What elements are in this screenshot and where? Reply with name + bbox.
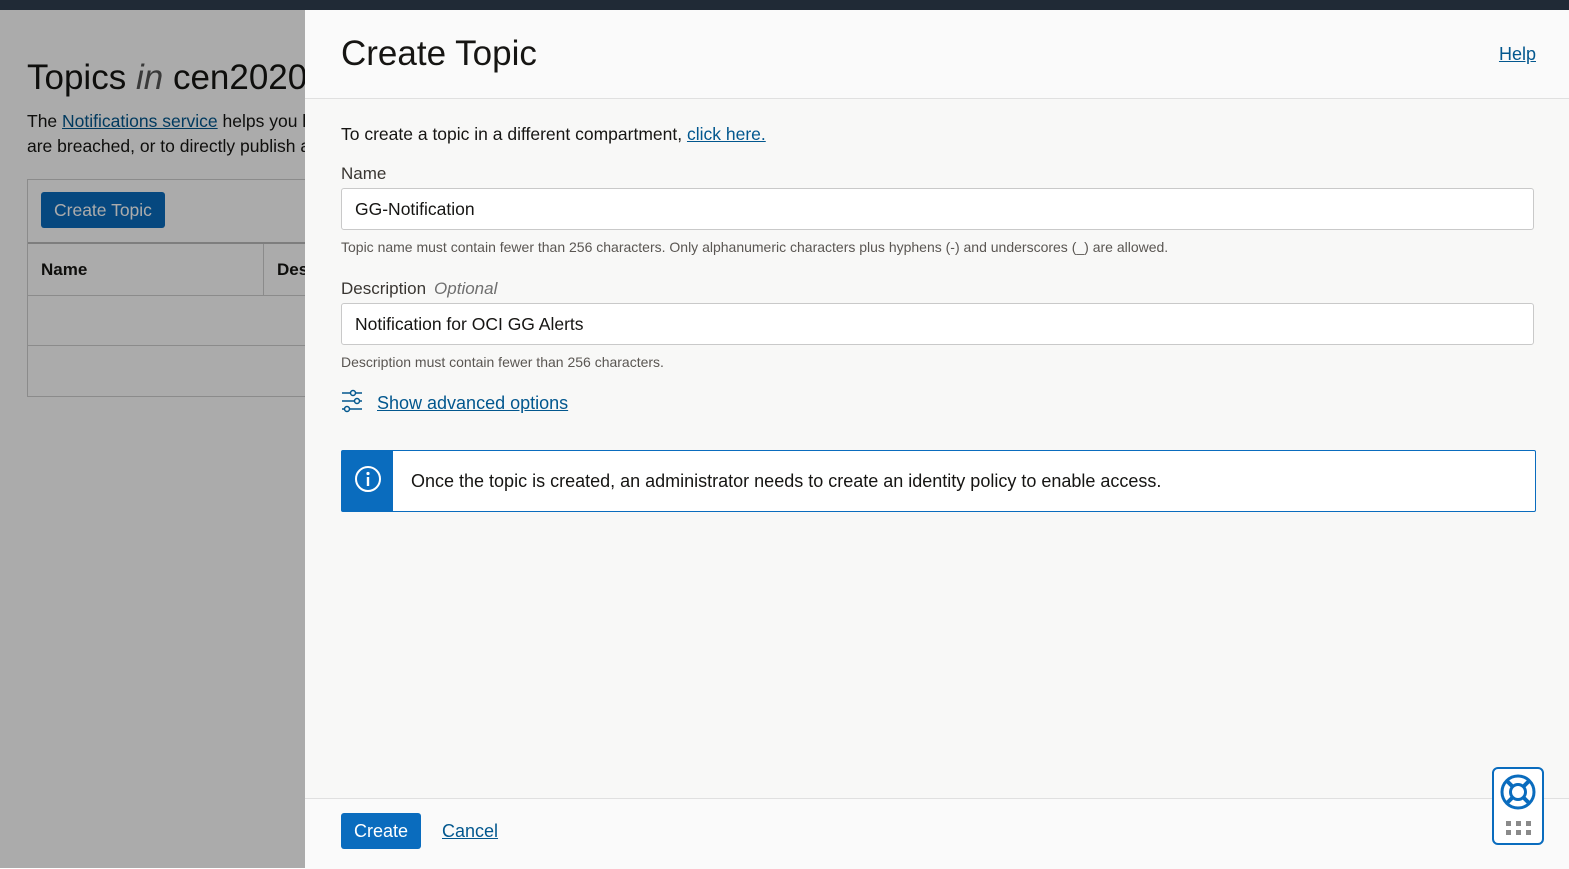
- drag-handle-icon[interactable]: [1506, 821, 1532, 840]
- description-label: Description Optional: [341, 279, 497, 299]
- optional-tag: Optional: [434, 279, 498, 298]
- name-hint: Topic name must contain fewer than 256 c…: [341, 239, 1169, 255]
- panel-footer: Create Cancel: [305, 798, 1569, 869]
- name-input[interactable]: [341, 188, 1534, 230]
- create-button[interactable]: Create: [341, 813, 422, 849]
- sliders-icon: [341, 389, 363, 418]
- info-alert: Once the topic is created, an administra…: [341, 450, 1536, 512]
- show-advanced-options[interactable]: Show advanced options: [341, 389, 569, 418]
- compartment-intro: To create a topic in a different compart…: [341, 124, 766, 145]
- create-topic-panel: Create Topic Help To create a topic in a…: [305, 10, 1569, 869]
- description-label-text: Description: [341, 279, 427, 298]
- help-link[interactable]: Help: [1499, 44, 1536, 65]
- help-widget[interactable]: [1492, 767, 1544, 845]
- name-label: Name: [341, 164, 387, 183]
- info-icon: [354, 465, 382, 498]
- cancel-link[interactable]: Cancel: [442, 821, 498, 842]
- top-navigation-bar: [0, 0, 1569, 10]
- info-message: Once the topic is created, an administra…: [411, 471, 1162, 491]
- panel-title: Create Topic: [341, 34, 537, 73]
- modal-overlay[interactable]: [0, 10, 305, 868]
- description-input[interactable]: [341, 303, 1534, 345]
- compartment-intro-text: To create a topic in a different compart…: [341, 124, 687, 144]
- description-hint: Description must contain fewer than 256 …: [341, 354, 664, 370]
- change-compartment-link[interactable]: click here.: [687, 124, 766, 144]
- lifebuoy-icon: [1499, 773, 1537, 816]
- panel-header: Create Topic Help: [305, 10, 1569, 99]
- info-alert-strip: [342, 451, 393, 511]
- show-advanced-options-label: Show advanced options: [377, 392, 569, 413]
